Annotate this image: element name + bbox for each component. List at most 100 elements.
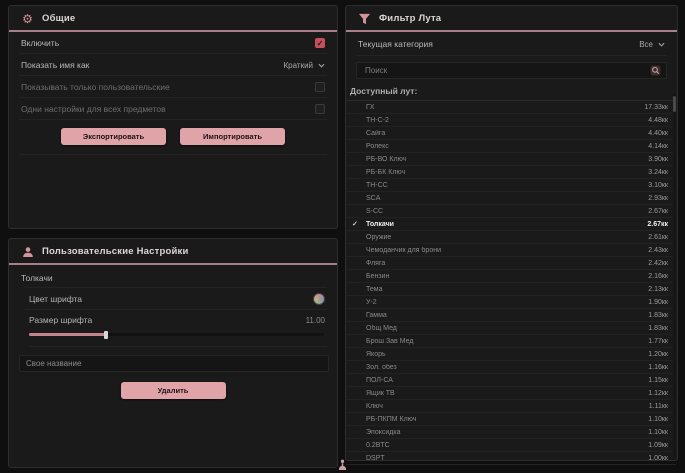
same-settings-checkbox[interactable] <box>315 104 325 114</box>
item-name: Сайга <box>364 130 648 137</box>
item-name: DSPT <box>364 455 648 462</box>
list-item[interactable]: ТН-СС3.10кк <box>346 179 676 192</box>
list-item[interactable]: Общ Мед1.83кк <box>346 322 676 335</box>
category-label: Текущая категория <box>358 39 433 49</box>
category-dropdown[interactable]: Все <box>639 40 665 49</box>
item-name: У-2 <box>364 299 648 306</box>
item-value: 17.33кк <box>644 104 668 111</box>
list-item[interactable]: ГХ17.33кк <box>346 101 676 114</box>
item-name: SCA <box>364 195 648 202</box>
item-value: 2.67кк <box>647 221 668 228</box>
only-custom-label: Показывать только пользовательские <box>21 82 170 92</box>
list-item[interactable]: Чемоданчик для брони2.43кк <box>346 244 676 257</box>
list-item[interactable]: Ящик ТВ1.12кк <box>346 387 676 400</box>
category-value: Все <box>639 40 653 49</box>
chevron-down-icon <box>318 62 325 69</box>
enable-row: Включить <box>19 32 327 54</box>
same-settings-label: Одни настройки для всех предметов <box>21 104 166 114</box>
user-settings-header: Пользовательские Настройки <box>9 239 337 265</box>
item-value: 1.83кк <box>648 325 668 332</box>
font-color-row: Цвет шрифта <box>25 287 327 309</box>
item-value: 1.10кк <box>648 416 668 423</box>
item-value: 1.10кк <box>648 429 668 436</box>
font-color-label: Цвет шрифта <box>29 294 82 304</box>
item-value: 4.48кк <box>648 117 668 124</box>
loot-filter-panel: Фильтр Лута Текущая категория Все Доступ… <box>345 5 678 461</box>
list-item[interactable]: Фляга2.42кк <box>346 257 676 270</box>
item-name: Эпоксидка <box>364 429 648 436</box>
item-value: 4.40кк <box>648 130 668 137</box>
item-name: Ящик ТВ <box>364 390 648 397</box>
gear-icon: ⚙ <box>21 12 34 25</box>
general-panel: ⚙ Общие Включить Показать имя как Кратки… <box>8 5 338 229</box>
list-item[interactable]: РБ-ВО Ключ3.90кк <box>346 153 676 166</box>
list-item[interactable]: Оружие2.61кк <box>346 231 676 244</box>
item-value: 1.83кк <box>648 312 668 319</box>
list-item[interactable]: РБ-БК Ключ3.24кк <box>346 166 676 179</box>
item-name: Тема <box>364 286 648 293</box>
name-display-row: Показать имя как Краткий <box>19 54 327 76</box>
item-value: 2.93кк <box>648 195 668 202</box>
list-item[interactable]: 0.2BTC1.09кк <box>346 439 676 452</box>
list-item[interactable]: Гамма1.83кк <box>346 309 676 322</box>
same-settings-row: Одни настройки для всех предметов <box>19 98 327 120</box>
list-item[interactable]: Бензин2.16кк <box>346 270 676 283</box>
slider-thumb[interactable] <box>104 331 108 339</box>
search-icon[interactable] <box>650 65 661 76</box>
list-item[interactable]: РБ-ПКПМ Ключ1.10кк <box>346 413 676 426</box>
list-item[interactable]: DSPT1.00кк <box>346 452 676 465</box>
enable-checkbox[interactable] <box>315 38 325 48</box>
list-item[interactable]: Брош Зав Мед1.77кк <box>346 335 676 348</box>
filter-funnel-icon <box>358 12 371 25</box>
search-input[interactable] <box>363 65 650 76</box>
list-item[interactable]: Ключ1.11кк <box>346 400 676 413</box>
item-name: ТН-СС <box>364 182 648 189</box>
item-value: 1.77кк <box>648 338 668 345</box>
item-value: 3.24кк <box>648 169 668 176</box>
list-item[interactable]: ПОЛ-СА1.15кк <box>346 374 676 387</box>
item-value: 4.14кк <box>648 143 668 150</box>
list-item[interactable]: Зол. обез1.16кк <box>346 361 676 374</box>
category-row: Текущая категория Все <box>356 32 667 56</box>
export-button[interactable]: Экспортировать <box>61 128 166 145</box>
color-picker-icon[interactable] <box>313 293 325 305</box>
item-name: Ключ <box>364 403 649 410</box>
custom-name-input[interactable] <box>19 355 329 372</box>
user-settings-panel: Пользовательские Настройки Толкачи Цвет … <box>8 238 338 468</box>
item-value: 1.16кк <box>648 364 668 371</box>
only-custom-checkbox[interactable] <box>315 82 325 92</box>
slider-track[interactable] <box>29 333 324 336</box>
list-item[interactable]: Тема2.13кк <box>346 283 676 296</box>
selected-item-name: Толкачи <box>21 273 327 287</box>
list-item[interactable]: S-CC2.67кк <box>346 205 676 218</box>
list-item[interactable]: ✓Толкачи2.67кк <box>346 218 676 231</box>
item-value: 1.09кк <box>648 442 668 449</box>
name-display-dropdown[interactable]: Краткий <box>284 61 325 70</box>
export-import-row: Экспортировать Импортировать <box>19 120 327 155</box>
delete-button[interactable]: Удалить <box>121 382 226 399</box>
item-name: Чемоданчик для брони <box>364 247 648 254</box>
list-item[interactable]: Сайга4.40кк <box>346 127 676 140</box>
item-name: РБ-ВО Ключ <box>364 156 648 163</box>
font-size-row: Размер шрифта 11.00 <box>25 309 327 329</box>
item-name: ТН-С-2 <box>364 117 648 124</box>
item-name: ПОЛ-СА <box>364 377 648 384</box>
item-name: РБ-БК Ключ <box>364 169 648 176</box>
scrollbar[interactable] <box>673 94 676 459</box>
item-name: Оружие <box>364 234 648 241</box>
import-button[interactable]: Импортировать <box>180 128 285 145</box>
scrollbar-thumb[interactable] <box>673 96 676 112</box>
list-item[interactable]: ТН-С-24.48кк <box>346 114 676 127</box>
list-item[interactable]: Якорь1.20кк <box>346 348 676 361</box>
item-value: 2.61кк <box>648 234 668 241</box>
loot-filter-header: Фильтр Лута <box>346 6 677 32</box>
font-size-label: Размер шрифта <box>29 315 92 325</box>
item-value: 2.43кк <box>648 247 668 254</box>
list-item[interactable]: Эпоксидка1.10кк <box>346 426 676 439</box>
list-item[interactable]: SCA2.93кк <box>346 192 676 205</box>
font-size-slider[interactable] <box>29 330 327 347</box>
item-name: Ролекс <box>364 143 648 150</box>
item-value: 2.13кк <box>648 286 668 293</box>
list-item[interactable]: У-21.90кк <box>346 296 676 309</box>
list-item[interactable]: Ролекс4.14кк <box>346 140 676 153</box>
